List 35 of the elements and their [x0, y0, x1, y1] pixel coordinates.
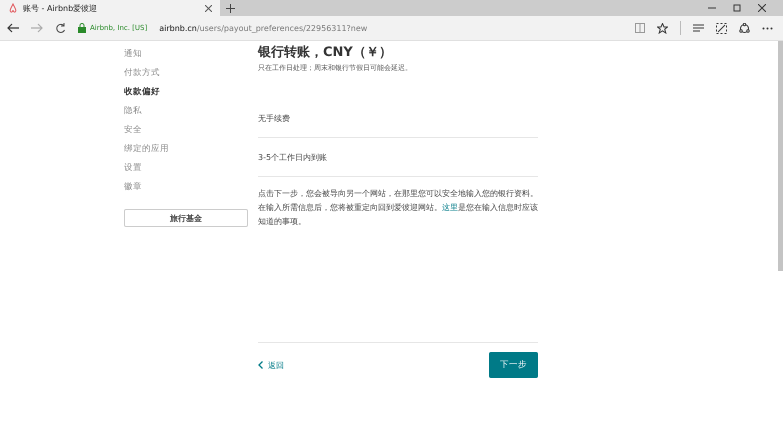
refresh-icon[interactable] — [55, 22, 66, 34]
info-text: 3-5个工作日内到账 — [258, 152, 328, 162]
scrollbar-thumb[interactable] — [778, 41, 783, 271]
maximize-icon[interactable] — [733, 4, 741, 12]
lock-icon — [78, 23, 86, 33]
here-link[interactable]: 这里 — [442, 203, 458, 212]
note-icon[interactable] — [716, 22, 727, 34]
sidebar-item[interactable]: 付款方式 — [124, 64, 248, 83]
close-icon[interactable] — [758, 4, 766, 12]
more-icon[interactable] — [762, 26, 773, 30]
info-text: 无手续费 — [258, 112, 290, 124]
close-icon[interactable] — [205, 4, 212, 12]
sidebar-item[interactable]: 安全 — [124, 121, 248, 140]
hub-icon[interactable] — [693, 24, 704, 32]
sidebar-item[interactable]: 收款偏好 — [124, 83, 248, 102]
airbnb-logo-icon — [8, 3, 18, 13]
sidebar-item[interactable]: 隐私 — [124, 102, 248, 121]
sidebar-item[interactable]: 绑定的应用 — [124, 140, 248, 159]
tab-title: 账号 - Airbnb爱彼迎 — [23, 2, 98, 14]
next-button[interactable]: 下一步 — [489, 352, 538, 378]
reading-view-icon[interactable] — [635, 23, 645, 33]
travel-fund-button[interactable]: 旅行基金 — [124, 209, 248, 227]
share-icon[interactable] — [739, 22, 750, 34]
chevron-left-icon — [258, 361, 263, 369]
note-paragraph: 点击下一步，您会被导向另一个网站，在那里您可以安全地输入您的银行资料。在输入所需信息后，您将被重定向回到爱彼迎网站。这里是您在输入信息时应该知道的事项。 — [258, 188, 538, 228]
back-arrow-icon[interactable] — [7, 23, 19, 33]
back-link[interactable]: 返回 — [258, 360, 284, 370]
page-title: 银行转账，CNY（￥） — [258, 44, 393, 61]
star-icon[interactable] — [657, 22, 668, 34]
sidebar-item[interactable]: 设置 — [124, 159, 248, 178]
sidebar-item[interactable]: 通知 — [124, 45, 248, 64]
browser-tab[interactable]: 账号 - Airbnb爱彼迎 — [0, 0, 220, 16]
new-tab-icon[interactable] — [226, 4, 235, 12]
sidebar-item[interactable]: 徽章 — [124, 178, 248, 197]
url-text[interactable]: airbnb.cn/users/payout_preferences/22956311?new — [159, 24, 368, 32]
